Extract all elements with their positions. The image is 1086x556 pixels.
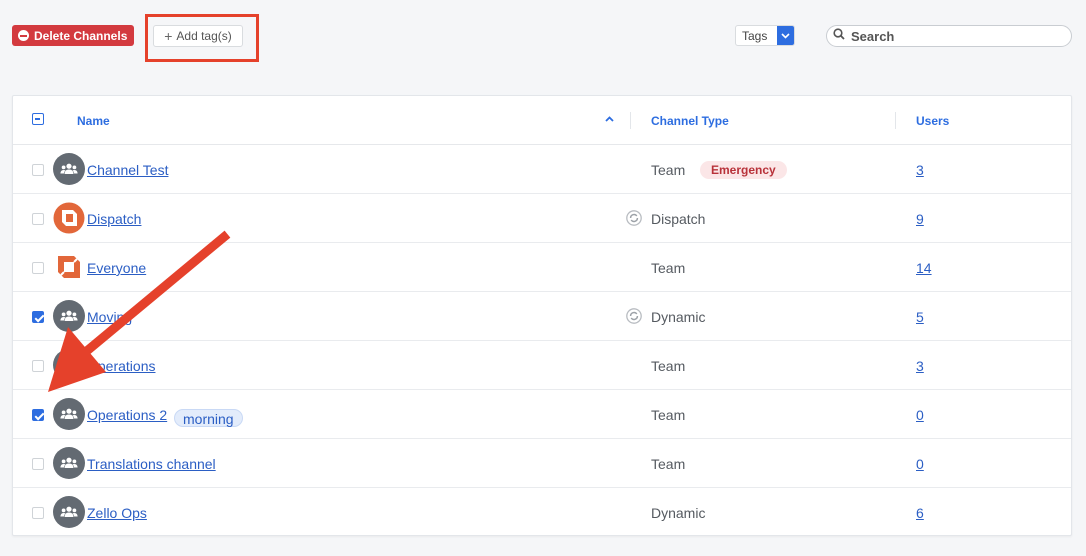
channel-type-label: Team bbox=[651, 407, 686, 423]
group-icon bbox=[53, 447, 85, 479]
channel-name-link[interactable]: Operations 2 bbox=[87, 407, 167, 423]
table-row: Moving Dynamic 5 bbox=[13, 292, 1071, 341]
row-checkbox[interactable] bbox=[32, 311, 44, 323]
channel-name-link[interactable]: Translations channel bbox=[87, 456, 216, 472]
table-row: Translations channel Team 0 bbox=[13, 439, 1071, 488]
users-count-link[interactable]: 5 bbox=[916, 309, 924, 325]
search-box[interactable] bbox=[826, 25, 1072, 47]
channel-logo-icon bbox=[53, 202, 85, 234]
channel-name-link[interactable]: Everyone bbox=[87, 260, 146, 276]
channel-type-label: Dynamic bbox=[651, 309, 706, 325]
channel-name-link[interactable]: Channel Test bbox=[87, 162, 168, 178]
table-header: Name Channel Type Users bbox=[13, 96, 1071, 145]
column-divider bbox=[630, 112, 631, 129]
tags-filter-select[interactable]: Tags bbox=[735, 25, 795, 46]
search-input[interactable] bbox=[851, 28, 1051, 44]
users-count-link[interactable]: 3 bbox=[916, 358, 924, 374]
plus-icon: + bbox=[164, 28, 173, 44]
users-count-link[interactable]: 9 bbox=[916, 211, 924, 227]
group-icon bbox=[53, 349, 85, 381]
row-checkbox[interactable] bbox=[32, 507, 44, 519]
group-icon bbox=[53, 300, 85, 332]
column-header-users[interactable]: Users bbox=[916, 114, 949, 128]
column-header-channel-type[interactable]: Channel Type bbox=[651, 114, 729, 128]
table-row: Channel Test Team Emergency 3 bbox=[13, 145, 1071, 194]
users-count-link[interactable]: 0 bbox=[916, 407, 924, 423]
channel-type-label: Team bbox=[651, 456, 686, 472]
channel-tag: morning bbox=[174, 409, 243, 427]
table-row: Operations Team 3 bbox=[13, 341, 1071, 390]
table-row: Zello Ops Dynamic 6 bbox=[13, 488, 1071, 537]
delete-channels-button[interactable]: Delete Channels bbox=[12, 25, 134, 46]
users-count-link[interactable]: 14 bbox=[916, 260, 932, 276]
row-checkbox[interactable] bbox=[32, 360, 44, 372]
users-count-link[interactable]: 0 bbox=[916, 456, 924, 472]
row-checkbox[interactable] bbox=[32, 164, 44, 176]
table-row: Everyone Team 14 bbox=[13, 243, 1071, 292]
row-checkbox[interactable] bbox=[32, 213, 44, 225]
table-row: Operations 2 morning Team 0 bbox=[13, 390, 1071, 439]
add-tags-button[interactable]: + Add tag(s) bbox=[153, 25, 243, 47]
table-row: Dispatch Dispatch 9 bbox=[13, 194, 1071, 243]
search-icon bbox=[833, 27, 845, 45]
row-checkbox[interactable] bbox=[32, 409, 44, 421]
column-divider bbox=[895, 112, 896, 129]
channel-name-link[interactable]: Operations bbox=[87, 358, 155, 374]
select-all-checkbox[interactable] bbox=[32, 113, 44, 125]
row-checkbox[interactable] bbox=[32, 262, 44, 274]
delete-channels-label: Delete Channels bbox=[34, 28, 128, 43]
channel-type-label: Dispatch bbox=[651, 211, 706, 227]
channel-type-label: Dynamic bbox=[651, 505, 706, 521]
emergency-badge: Emergency bbox=[700, 161, 787, 179]
channel-logo-icon bbox=[53, 251, 85, 283]
channel-name-link[interactable]: Moving bbox=[87, 309, 132, 325]
group-icon bbox=[53, 153, 85, 185]
channels-table: Name Channel Type Users Channel Test Team… bbox=[12, 95, 1072, 536]
channel-name-link[interactable]: Dispatch bbox=[87, 211, 141, 227]
sync-icon bbox=[626, 210, 642, 226]
sort-ascending-icon[interactable] bbox=[605, 113, 614, 125]
group-icon bbox=[53, 398, 85, 430]
channel-type-label: Team bbox=[651, 162, 686, 178]
add-tags-label: Add tag(s) bbox=[176, 29, 232, 43]
channel-type-label: Team bbox=[651, 260, 686, 276]
sync-icon bbox=[626, 308, 642, 324]
channel-type-label: Team bbox=[651, 358, 686, 374]
row-checkbox[interactable] bbox=[32, 458, 44, 470]
channel-name-link[interactable]: Zello Ops bbox=[87, 505, 147, 521]
users-count-link[interactable]: 6 bbox=[916, 505, 924, 521]
group-icon bbox=[53, 496, 85, 528]
users-count-link[interactable]: 3 bbox=[916, 162, 924, 178]
column-header-name[interactable]: Name bbox=[77, 114, 110, 128]
chevron-down-icon[interactable] bbox=[777, 26, 794, 45]
minus-circle-icon bbox=[18, 30, 29, 41]
tags-filter-label: Tags bbox=[742, 28, 768, 43]
